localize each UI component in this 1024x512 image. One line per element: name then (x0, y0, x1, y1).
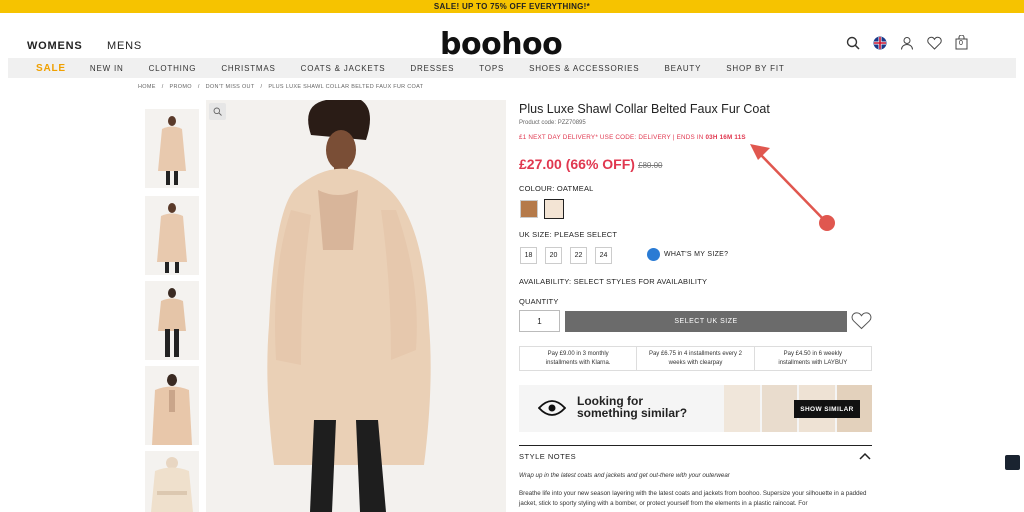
breadcrumb-current: PLUS LUXE SHAWL COLLAR BELTED FAUX FUR C… (268, 84, 424, 90)
availability: AVAILABILITY: SELECT STYLES FOR AVAILABI… (519, 277, 708, 286)
promo-banner[interactable]: SALE! UP TO 75% OFF EVERYTHING!* (0, 0, 1024, 13)
search-icon[interactable] (846, 36, 860, 50)
style-notes-heading: STYLE NOTES (519, 452, 577, 461)
boohoo-logo[interactable]: boohoo (440, 27, 563, 62)
klarna-option[interactable]: Pay £9.00 in 3 monthly installments with … (520, 347, 638, 370)
eye-icon (538, 400, 566, 416)
size-guide-icon (647, 248, 660, 261)
show-similar-button[interactable]: SHOW SIMILAR (794, 400, 860, 418)
similar-line2: something similar? (577, 406, 688, 420)
chevron-up-icon (859, 452, 871, 460)
klarna-line2: installments with Klarna. (545, 360, 611, 366)
zoom-button[interactable] (209, 103, 226, 120)
product-thumbnail[interactable] (145, 196, 199, 275)
delivery-promo: £1 NEXT DAY DELIVERY* USE CODE: DELIVERY… (519, 134, 746, 141)
original-price: £80.00 (638, 161, 663, 170)
product-thumbnail[interactable] (145, 281, 199, 360)
size-option[interactable]: 22 (570, 247, 587, 264)
nav-item[interactable]: BEAUTY (664, 64, 701, 73)
product-code: Product code: PZZ70895 (519, 120, 586, 126)
product-thumbnail[interactable] (145, 451, 199, 512)
laybuy-line2: installments with LAYBUY (778, 360, 848, 366)
payment-options: Pay £9.00 in 3 monthly installments with … (519, 346, 872, 371)
style-notes-toggle[interactable]: STYLE NOTES (519, 445, 872, 467)
sale-price: £27.00 (66% OFF) (519, 156, 635, 172)
colour-swatch-oatmeal[interactable] (544, 199, 564, 219)
clearpay-line2: weeks with clearpay (668, 360, 723, 366)
annotation-arrow (750, 144, 835, 231)
delivery-text: £1 NEXT DAY DELIVERY* USE CODE: DELIVERY… (519, 134, 706, 141)
product-thumbnail[interactable] (145, 109, 199, 188)
mens-link[interactable]: MENS (107, 40, 142, 52)
style-notes-intro: Wrap up in the latest coats and jackets … (519, 472, 730, 479)
colour-swatch-tan[interactable] (520, 200, 538, 218)
add-to-wishlist-icon[interactable] (851, 312, 872, 330)
wishlist-icon[interactable] (927, 36, 942, 50)
nav-item[interactable]: SHOES & ACCESSORIES (529, 64, 639, 73)
basket-count: 0 (959, 40, 963, 47)
size-option[interactable]: 24 (595, 247, 612, 264)
size-option[interactable]: 18 (520, 247, 537, 264)
breadcrumb: HOME / PROMO / DON'T MISS OUT / PLUS LUX… (138, 84, 423, 90)
nav-item[interactable]: SHOP BY FIT (726, 64, 784, 73)
product-main-image[interactable] (206, 100, 506, 512)
uk-flag-icon[interactable] (873, 36, 887, 50)
breadcrumb-separator: / (260, 84, 263, 90)
nav-item[interactable]: TOPS (479, 64, 504, 73)
laybuy-line1: Pay £4.50 in 6 weekly (783, 351, 842, 357)
similar-banner: Looking for something similar? SHOW SIMIL… (519, 385, 872, 432)
main-nav: SALE NEW IN CLOTHING CHRISTMAS COATS & J… (8, 58, 1016, 78)
account-icon[interactable] (900, 36, 914, 50)
breadcrumb-dont-miss-out[interactable]: DON'T MISS OUT (206, 84, 255, 90)
basket-icon[interactable]: 0 (955, 34, 968, 50)
add-to-bag-button[interactable]: SELECT UK SIZE (565, 311, 847, 332)
header: WOMENS MENS boohoo 0 (0, 13, 1024, 62)
breadcrumb-separator: / (161, 84, 164, 90)
product-title: Plus Luxe Shawl Collar Belted Faux Fur C… (519, 102, 770, 116)
nav-item[interactable]: CHRISTMAS (221, 64, 275, 73)
nav-sale[interactable]: SALE (36, 63, 66, 74)
breadcrumb-home[interactable]: HOME (138, 84, 156, 90)
breadcrumb-separator: / (197, 84, 200, 90)
header-icons: 0 (846, 34, 968, 50)
product-thumbnail[interactable] (145, 366, 199, 445)
colour-label: COLOUR: OATMEAL (519, 184, 594, 193)
nav-item[interactable]: CLOTHING (149, 64, 197, 73)
accessibility-widget-icon[interactable] (1005, 455, 1020, 470)
quantity-label: QUANTITY (519, 297, 559, 306)
size-option[interactable]: 20 (545, 247, 562, 264)
size-label: UK SIZE: PLEASE SELECT (519, 230, 618, 239)
laybuy-option[interactable]: Pay £4.50 in 6 weekly installments with L… (755, 347, 871, 370)
clearpay-line1: Pay £6.75 in 4 installments every 2 (648, 351, 743, 357)
quantity-input[interactable]: 1 (519, 310, 560, 332)
nav-item[interactable]: NEW IN (90, 64, 124, 73)
size-guide-link[interactable]: WHAT'S MY SIZE? (647, 248, 728, 261)
zoom-icon (213, 107, 222, 116)
nav-item[interactable]: DRESSES (410, 64, 454, 73)
klarna-line1: Pay £9.00 in 3 monthly (547, 351, 609, 357)
clearpay-option[interactable]: Pay £6.75 in 4 installments every 2 weeks… (637, 347, 755, 370)
similar-text: Looking for something similar? (577, 395, 687, 419)
nav-item[interactable]: COATS & JACKETS (301, 64, 386, 73)
size-guide-text: WHAT'S MY SIZE? (664, 251, 729, 258)
breadcrumb-promo[interactable]: PROMO (170, 84, 192, 90)
womens-link[interactable]: WOMENS (27, 40, 83, 52)
style-notes-body: Breathe life into your new season layeri… (519, 490, 867, 507)
